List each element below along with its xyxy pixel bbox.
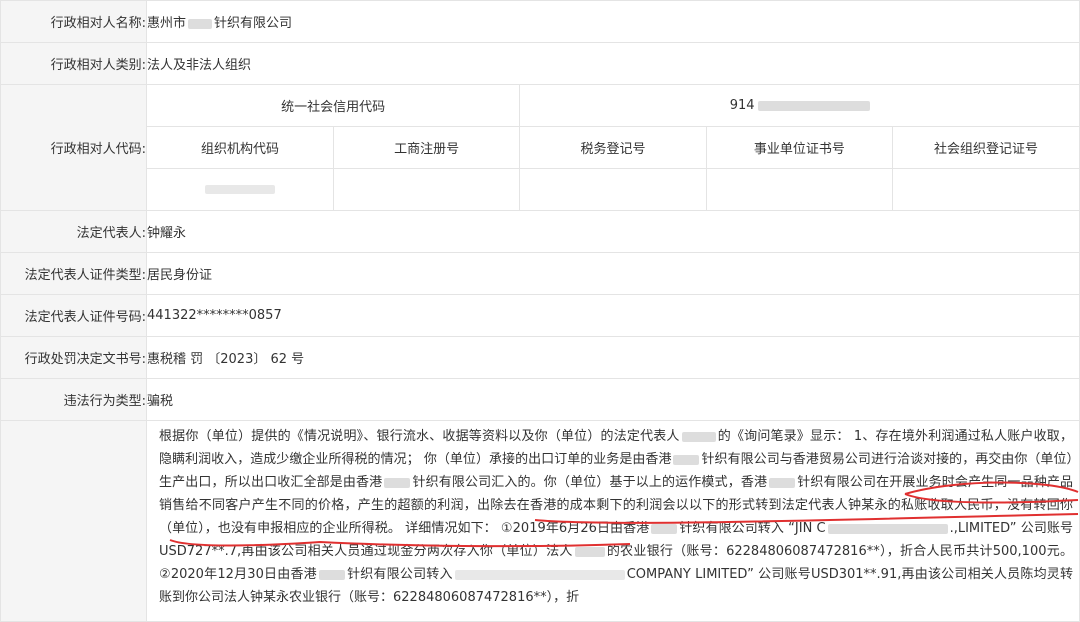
desc-part-1: 根据你（单位）提供的《情况说明》、银行流水、收据等资料以及你（单位）的法定代表人 xyxy=(159,429,680,444)
public-institution-header: 事业单位证书号 xyxy=(705,126,894,169)
name-prefix: 惠州市 xyxy=(147,16,187,31)
code-subtable-cell: 统一社会信用代码 914 组织机构代码 工商注册号 税务登记号 事业单位证书号 … xyxy=(146,84,1080,211)
id-number-label: 法定代表人证件号码: xyxy=(0,294,147,337)
desc-part-5: 详细情况如下： ①2019年6月26日由香港 xyxy=(400,521,650,536)
redacted-person-1 xyxy=(681,431,716,442)
redacted-company-5 xyxy=(827,523,948,534)
redacted-company-4 xyxy=(651,523,678,534)
id-type-label: 法定代表人证件类型: xyxy=(0,252,147,295)
legal-rep-label: 法定代表人: xyxy=(0,210,147,253)
violation-type-value: 骗税 xyxy=(146,378,1080,421)
org-code-value xyxy=(147,168,334,210)
redacted-company-1 xyxy=(673,454,700,465)
decision-no-value: 惠税稽 罚 〔2023〕 62 号 xyxy=(146,336,1080,379)
desc-part-4: 针织有限公司汇入的。你（单位）基于以上的运作模式， xyxy=(412,475,741,490)
redacted-company-6 xyxy=(318,569,345,580)
public-institution-value xyxy=(705,168,894,210)
tax-reg-header: 税务登记号 xyxy=(519,126,707,169)
violation-type-label: 违法行为类型: xyxy=(0,378,147,421)
decision-no-label: 行政处罚决定文书号: xyxy=(0,336,147,379)
redacted-company-2 xyxy=(384,477,411,488)
business-reg-value xyxy=(332,168,521,210)
social-org-value xyxy=(892,168,1079,210)
violation-description: 根据你（单位）提供的《情况说明》、银行流水、收据等资料以及你（单位）的法定代表人… xyxy=(147,421,1079,609)
redacted-company-3 xyxy=(769,477,796,488)
desc-part-9: 针织有限公司转入 xyxy=(346,567,453,582)
penalty-info-table: 行政相对人名称: 惠州市 针织有限公司 行政相对人类别: 法人及非法人组织 行政相… xyxy=(0,0,1080,622)
legal-rep-value: 钟耀永 xyxy=(146,210,1080,253)
redacted-org-code xyxy=(204,185,275,194)
code-label: 行政相对人代码: xyxy=(0,84,147,211)
name-label: 行政相对人名称: xyxy=(0,0,147,43)
tax-reg-value xyxy=(519,168,707,210)
id-type-value: 居民身份证 xyxy=(146,252,1080,295)
desc-part-6: 针织有限公司转入 “JIN C xyxy=(679,521,826,536)
id-number-value: 441322********0857 xyxy=(146,294,1080,337)
code-subtable: 统一社会信用代码 914 组织机构代码 工商注册号 税务登记号 事业单位证书号 … xyxy=(147,85,1079,210)
name-value: 惠州市 针织有限公司 xyxy=(146,0,1080,43)
redacted-credit-code xyxy=(757,100,870,111)
name-suffix: 针织有限公司 xyxy=(214,16,293,31)
description-cell: 根据你（单位）提供的《情况说明》、银行流水、收据等资料以及你（单位）的法定代表人… xyxy=(146,420,1080,622)
business-reg-header: 工商注册号 xyxy=(332,126,521,169)
credit-code-header: 统一社会信用代码 xyxy=(147,85,521,127)
category-value: 法人及非法人组织 xyxy=(146,42,1080,85)
social-org-header: 社会组织登记证号 xyxy=(892,126,1079,169)
credit-code-value: 914 xyxy=(519,85,1079,127)
category-label: 行政相对人类别: xyxy=(0,42,147,85)
desc-underlined-1: 香港 xyxy=(740,475,768,490)
org-code-header: 组织机构代码 xyxy=(147,126,334,169)
redacted-name xyxy=(188,18,213,29)
redacted-company-7 xyxy=(454,569,625,580)
redacted-person-2 xyxy=(574,546,605,557)
description-label xyxy=(0,420,147,622)
credit-code-prefix: 914 xyxy=(729,98,755,113)
